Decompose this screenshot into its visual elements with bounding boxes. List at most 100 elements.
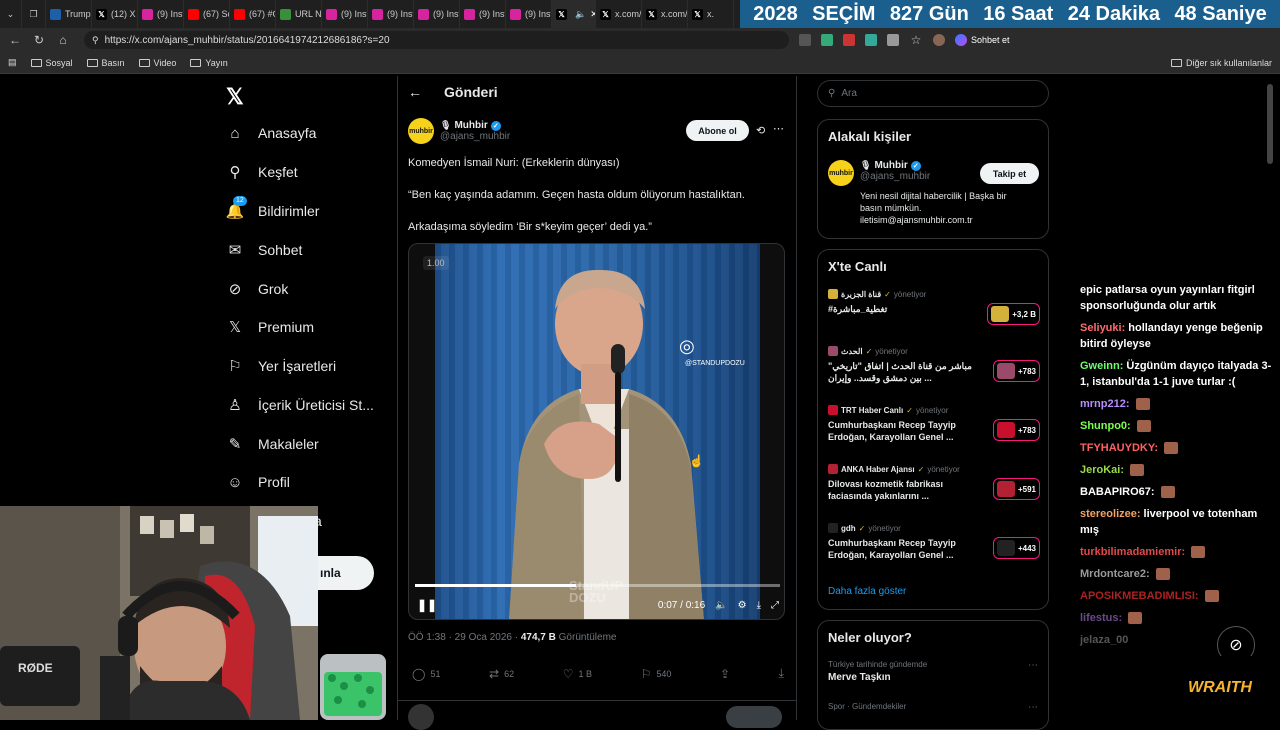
chat-username[interactable]: stereolizee: (1080, 508, 1141, 520)
page-scrollbar[interactable] (1267, 84, 1273, 164)
subscribe-button[interactable]: Abone ol (686, 120, 749, 141)
settings-icon[interactable]: ⚙ (738, 600, 747, 611)
tab-actions-icon[interactable]: ⌄ (0, 0, 22, 28)
video-player[interactable]: 1.00 ◎ @STANDUPDOZU StandUP DOZU ☝ ❚❚ 0:… (408, 243, 785, 620)
live-item[interactable]: الحدث ✓ yönetiyor مباشر من قناة الحدث | اتف… (828, 346, 1040, 384)
refresh-icon[interactable]: ↻ (32, 33, 46, 47)
nav-item-person[interactable]: ☺ Profil (226, 473, 290, 491)
avatar[interactable]: muhbir (408, 118, 434, 144)
browser-tab[interactable]: 𝕏x.com/ (642, 0, 688, 28)
back-icon[interactable]: ← (8, 33, 22, 47)
trend-item[interactable]: Spor · Gündemdekiler ⋯ (828, 702, 1038, 713)
post-button[interactable]: ınla (318, 556, 374, 590)
chat-username[interactable]: TFYHAUYDKY: (1080, 442, 1158, 454)
extension-icon[interactable] (865, 34, 877, 46)
live-listeners-badge[interactable]: +591 (992, 478, 1040, 500)
extension-icon[interactable] (887, 34, 899, 46)
share-button[interactable]: ⇪ (720, 666, 730, 681)
live-item[interactable]: gdh ✓ yönetiyor Cumhurbaşkanı Recep Tayyip … (828, 523, 1040, 561)
browser-tab[interactable]: (9) Inst (322, 0, 368, 28)
home-icon[interactable]: ⌂ (56, 33, 70, 47)
nav-item-creator[interactable]: ♙ İçerik Üreticisi St... (226, 396, 374, 414)
chat-username[interactable]: Mrdontcare2: (1080, 568, 1150, 580)
profile-avatar[interactable] (933, 34, 945, 46)
extension-icon[interactable] (843, 34, 855, 46)
browser-tab[interactable]: 𝕏 (12) X (92, 0, 138, 28)
live-item[interactable]: ANKA Haber Ajansı ✓ yönetiyor Dilovası kozm… (828, 464, 1040, 502)
live-listeners-badge[interactable]: +443 (992, 537, 1040, 559)
live-listeners-badge[interactable]: +783 (992, 360, 1040, 382)
download-button[interactable]: ⤓ (779, 666, 784, 681)
browser-tab[interactable]: 𝕏🔈✕ (552, 0, 596, 28)
live-listeners-badge[interactable]: +783 (992, 419, 1040, 441)
search-input[interactable]: ⚲ Ara (817, 80, 1049, 107)
site-info-icon[interactable]: ⚲ (92, 35, 99, 46)
related-user[interactable]: 🎙 Muhbir ✓ @ajans_muhbir (860, 160, 930, 182)
chat-username[interactable]: JeroKai: (1080, 464, 1124, 476)
fullscreen-icon[interactable]: ⤢ (771, 600, 779, 611)
extension-icon[interactable] (821, 34, 833, 46)
like-button[interactable]: ♡ 1 B (563, 666, 592, 681)
trend-item[interactable]: Türkiye tarihinde gündemde Merve Taşkın … (828, 660, 1038, 683)
browser-tab[interactable]: (67) Sc (184, 0, 230, 28)
favorites-icon[interactable]: ☆ (909, 33, 923, 47)
tab-audio-icon[interactable]: 🔈 (575, 9, 586, 20)
nav-item-bookmark[interactable]: ⚐ Yer İşaretleri (226, 357, 336, 375)
chat-username[interactable]: mrnp212: (1080, 398, 1130, 410)
more-options-icon[interactable]: ⋯ (773, 122, 784, 135)
live-item[interactable]: TRT Haber Canlı ✓ yönetiyor Cumhurbaşkanı R… (828, 405, 1040, 443)
video-progress-bar[interactable] (415, 584, 780, 587)
copilot-button[interactable]: Sohbet et (955, 34, 1010, 46)
browser-tab[interactable]: (9) Inst (506, 0, 552, 28)
browser-tab[interactable]: (9) Inst (368, 0, 414, 28)
browser-tab[interactable]: (9) Inst (460, 0, 506, 28)
chat-username[interactable]: Shunpo0: (1080, 420, 1131, 432)
chat-username[interactable]: APOSIKMEBADIMLISI: (1080, 590, 1199, 602)
extension-icon[interactable] (799, 34, 811, 46)
browser-tab[interactable]: URL Ni (276, 0, 322, 28)
bookmark-folder[interactable]: Basın (86, 58, 125, 68)
live-listeners-badge[interactable]: +3,2 B (987, 303, 1040, 325)
more-options-icon[interactable]: ⋯ (1028, 702, 1038, 713)
nav-item-x[interactable]: 𝕏 Premium (226, 318, 314, 336)
reply-button[interactable]: ◯ 51 (412, 666, 440, 681)
nav-item-mail[interactable]: ✉ Sohbet (226, 241, 303, 259)
chat-username[interactable]: turkbilimadamiemir: (1080, 546, 1185, 558)
nav-item-article[interactable]: ✎ Makaleler (226, 435, 319, 453)
browser-tab[interactable]: Trump (46, 0, 92, 28)
browser-tab[interactable]: (67) #C (230, 0, 276, 28)
url-field[interactable]: ⚲ https://x.com/ajans_muhbir/status/2016… (84, 31, 789, 49)
reply-submit-button[interactable] (726, 706, 782, 728)
chat-username[interactable]: Gweinn: (1080, 360, 1123, 372)
follow-button[interactable]: Takip et (980, 163, 1039, 184)
chat-username[interactable]: Seliyuki: (1080, 322, 1125, 334)
back-arrow-icon[interactable]: ← (408, 84, 422, 100)
workspaces-icon[interactable]: ❐ (22, 0, 46, 28)
volume-icon[interactable]: 🔈 (715, 600, 727, 611)
bookmark-folder[interactable]: Video (138, 58, 176, 68)
chat-username[interactable]: BABAPIRO67: (1080, 486, 1155, 498)
post-timestamp[interactable]: ÖÖ 1:38 · 29 Oca 2026 · (408, 632, 521, 643)
x-logo-icon[interactable]: 𝕏 (226, 84, 244, 110)
nav-item-bell[interactable]: 🔔 12 Bildirimler (226, 196, 319, 220)
show-more-link[interactable]: Daha fazla göster (828, 586, 906, 597)
browser-tab[interactable]: (9) Inst (138, 0, 184, 28)
browser-tab[interactable]: 𝕏x. (688, 0, 734, 28)
bookmark-button[interactable]: ⚐ 540 (641, 666, 672, 681)
nav-item-search[interactable]: ⚲ Keşfet (226, 163, 298, 181)
browser-tab[interactable]: (9) Inst (414, 0, 460, 28)
post-author[interactable]: muhbir 🎙 Muhbir ✓ @ajans_muhbir (408, 118, 510, 144)
live-item[interactable]: قناة الجزيرة ✓ yönetiyor #تغطية_مباشرة +3,2 … (828, 289, 1040, 325)
bookmark-folder[interactable]: Sosyal (30, 58, 73, 68)
nav-item-grok[interactable]: ⊘ Grok (226, 280, 289, 298)
grok-explain-icon[interactable]: ⟲ (756, 124, 765, 137)
bookmark-folder[interactable]: Yayın (190, 58, 228, 68)
minimize-icon[interactable]: ⤓ (757, 600, 761, 611)
chat-username[interactable]: lifestus: (1080, 612, 1122, 624)
more-options-icon[interactable]: ⋯ (1028, 660, 1038, 671)
pause-icon[interactable]: ❚❚ (417, 598, 437, 612)
bookmarks-menu-icon[interactable]: ▤ (8, 57, 17, 68)
repost-button[interactable]: ⇄ 62 (489, 666, 514, 681)
avatar[interactable]: muhbir (828, 160, 854, 186)
browser-tab[interactable]: 𝕏x.com/ (596, 0, 642, 28)
